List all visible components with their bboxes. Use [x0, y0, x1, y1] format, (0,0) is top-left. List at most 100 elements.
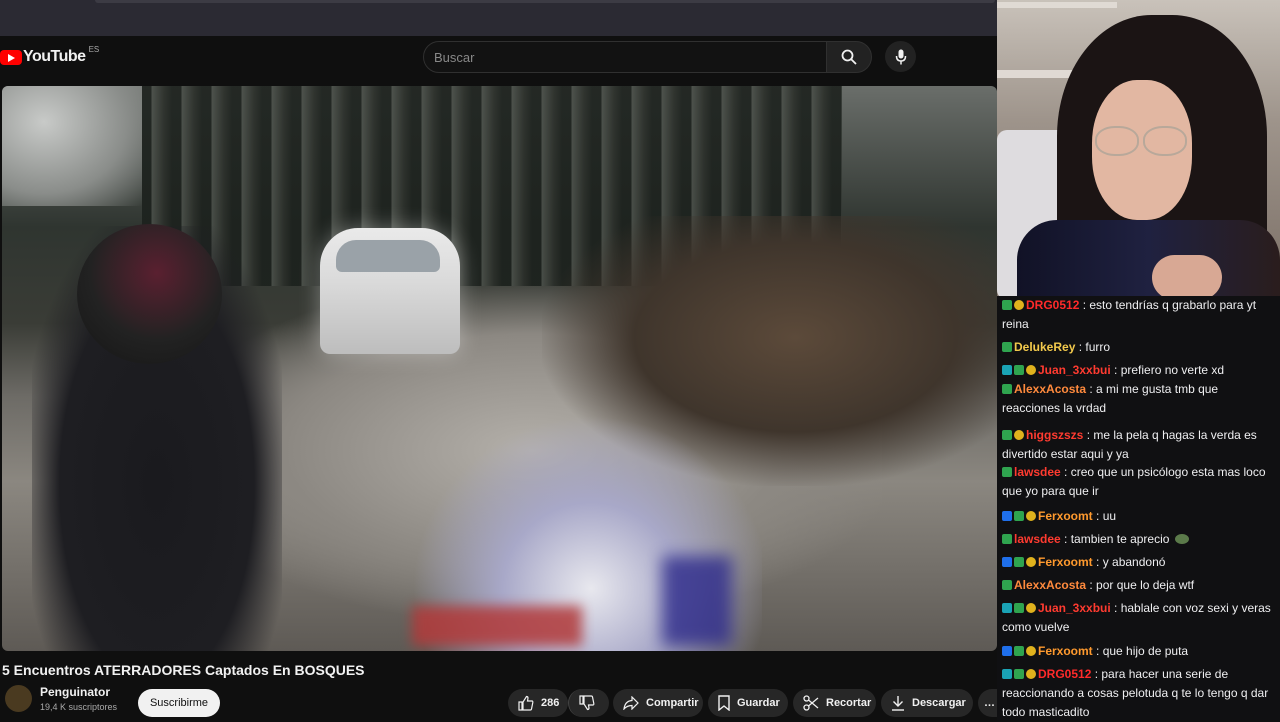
chat-message: Ferxoomt : que hijo de puta — [1002, 642, 1278, 661]
chat-badge-icon[interactable] — [1002, 511, 1012, 521]
search-button[interactable] — [826, 41, 872, 73]
share-label: Compartir — [646, 697, 699, 709]
dislike-icon — [579, 695, 595, 711]
chat-badge-icon[interactable] — [1002, 534, 1012, 544]
chat-message: lawsdee : tambien te aprecio — [1002, 530, 1278, 549]
channel-name[interactable]: Penguinator — [40, 685, 117, 699]
share-button[interactable]: Compartir — [613, 689, 703, 717]
chat-badge-icon[interactable] — [1002, 430, 1012, 440]
channel-avatar[interactable] — [5, 685, 32, 712]
chat-badge-icon[interactable] — [1002, 603, 1012, 613]
mic-icon — [895, 49, 906, 64]
chat-badge-icon[interactable] — [1014, 669, 1024, 679]
chat-badge-icon[interactable] — [1002, 342, 1012, 352]
subscribe-button[interactable]: Suscribirme — [138, 689, 220, 717]
dislike-button[interactable] — [568, 689, 609, 717]
chat-badge-icon[interactable] — [1014, 430, 1024, 440]
chat-username[interactable]: AlexxAcosta — [1014, 578, 1086, 592]
chat-username[interactable]: higgszszs — [1026, 428, 1083, 442]
video-motorbike — [382, 386, 762, 651]
logo-text: YouTube — [23, 48, 86, 65]
cam-glasses-left — [1095, 126, 1139, 156]
search-input[interactable] — [424, 42, 816, 72]
chat-text: : que hijo de puta — [1092, 644, 1189, 658]
video-title: 5 Encuentros ATERRADORES Captados En BOS… — [2, 662, 365, 678]
clip-button[interactable]: Recortar — [793, 689, 876, 717]
bike-blue-fairing — [662, 556, 732, 646]
more-actions-button[interactable]: … — [978, 689, 997, 717]
chat-message: DRG0512 : para hacer una serie de reacci… — [1002, 665, 1278, 722]
stream-chat: DRG0512 : esto tendrías q grabarlo para … — [997, 296, 1280, 720]
chat-badge-icon[interactable] — [1026, 511, 1036, 521]
chat-badge-icon[interactable] — [1014, 511, 1024, 521]
cam-glasses-right — [1143, 126, 1187, 156]
masthead: YouTube ES — [0, 36, 997, 86]
emote-icon — [1175, 534, 1190, 544]
tab-bar-line — [95, 0, 995, 3]
chat-username[interactable]: Juan_3xxbui — [1038, 363, 1111, 377]
chat-message: Ferxoomt : uu — [1002, 507, 1278, 526]
cam-shelf-top — [997, 2, 1117, 8]
video-helmet — [77, 224, 222, 364]
chat-message: Ferxoomt : y abandonó — [1002, 553, 1278, 572]
chat-username[interactable]: DelukeRey — [1014, 340, 1075, 354]
chat-badge-icon[interactable] — [1026, 646, 1036, 656]
chat-username[interactable]: lawsdee — [1014, 532, 1061, 546]
chat-message: AlexxAcosta : a mi me gusta tmb que reac… — [1002, 380, 1278, 418]
browser-top-strip — [0, 0, 997, 36]
chat-username[interactable]: AlexxAcosta — [1014, 382, 1086, 396]
youtube-play-icon — [0, 49, 22, 65]
chat-username[interactable]: Ferxoomt — [1038, 509, 1093, 523]
chat-badge-icon[interactable] — [1014, 365, 1024, 375]
save-button[interactable]: Guardar — [708, 689, 788, 717]
chat-badge-icon[interactable] — [1002, 580, 1012, 590]
chat-badge-icon[interactable] — [1002, 557, 1012, 567]
save-icon — [718, 695, 730, 711]
chat-text: : y abandonó — [1092, 555, 1166, 569]
chat-badge-icon[interactable] — [1026, 603, 1036, 613]
chat-text: : uu — [1092, 509, 1117, 523]
cam-streamer-shirt — [1017, 220, 1280, 300]
chat-badge-icon[interactable] — [1002, 467, 1012, 477]
chat-message: AlexxAcosta : por que lo deja wtf — [1002, 576, 1278, 595]
chat-username[interactable]: DRG0512 — [1038, 667, 1091, 681]
voice-search-button[interactable] — [885, 41, 916, 72]
chat-badge-icon[interactable] — [1026, 669, 1036, 679]
chat-badge-icon[interactable] — [1002, 646, 1012, 656]
like-button[interactable]: 286 — [508, 689, 568, 717]
download-button[interactable]: Descargar — [881, 689, 973, 717]
chat-username[interactable]: lawsdee — [1014, 465, 1061, 479]
channel-info[interactable]: Penguinator 19,4 K suscriptores — [5, 685, 117, 712]
chat-username[interactable]: Ferxoomt — [1038, 555, 1093, 569]
cam-streamer-hand — [1152, 255, 1222, 300]
chat-badge-icon[interactable] — [1014, 603, 1024, 613]
chat-badge-icon[interactable] — [1014, 557, 1024, 567]
bike-red-fairing — [412, 606, 582, 646]
chat-badge-icon[interactable] — [1026, 365, 1036, 375]
chat-username[interactable]: DRG0512 — [1026, 298, 1079, 312]
chat-username[interactable]: Ferxoomt — [1038, 644, 1093, 658]
chat-badge-icon[interactable] — [1002, 669, 1012, 679]
chat-badge-icon[interactable] — [1002, 384, 1012, 394]
chat-text: : furro — [1075, 340, 1111, 354]
download-icon — [892, 696, 904, 711]
youtube-page: YouTube ES 5 Encuentros ATERRADORES Capt… — [0, 36, 997, 720]
country-code: ES — [88, 44, 100, 54]
like-count: 286 — [541, 697, 560, 709]
webcam-overlay — [997, 0, 1280, 300]
chat-badge-icon[interactable] — [1002, 365, 1012, 375]
chat-badge-icon[interactable] — [1014, 300, 1024, 310]
clip-label: Recortar — [826, 697, 872, 709]
chat-text: : por que lo deja wtf — [1086, 578, 1195, 592]
chat-badge-icon[interactable] — [1026, 557, 1036, 567]
search-box — [423, 41, 828, 73]
youtube-logo[interactable]: YouTube ES — [0, 44, 100, 66]
chat-text: : prefiero no verte xd — [1110, 363, 1225, 377]
chat-message: DRG0512 : esto tendrías q grabarlo para … — [1002, 296, 1278, 334]
like-icon — [518, 695, 534, 711]
video-player[interactable] — [2, 86, 997, 651]
chat-badge-icon[interactable] — [1014, 646, 1024, 656]
chat-username[interactable]: Juan_3xxbui — [1038, 601, 1111, 615]
chat-text: : tambien te aprecio — [1060, 532, 1170, 546]
chat-badge-icon[interactable] — [1002, 300, 1012, 310]
